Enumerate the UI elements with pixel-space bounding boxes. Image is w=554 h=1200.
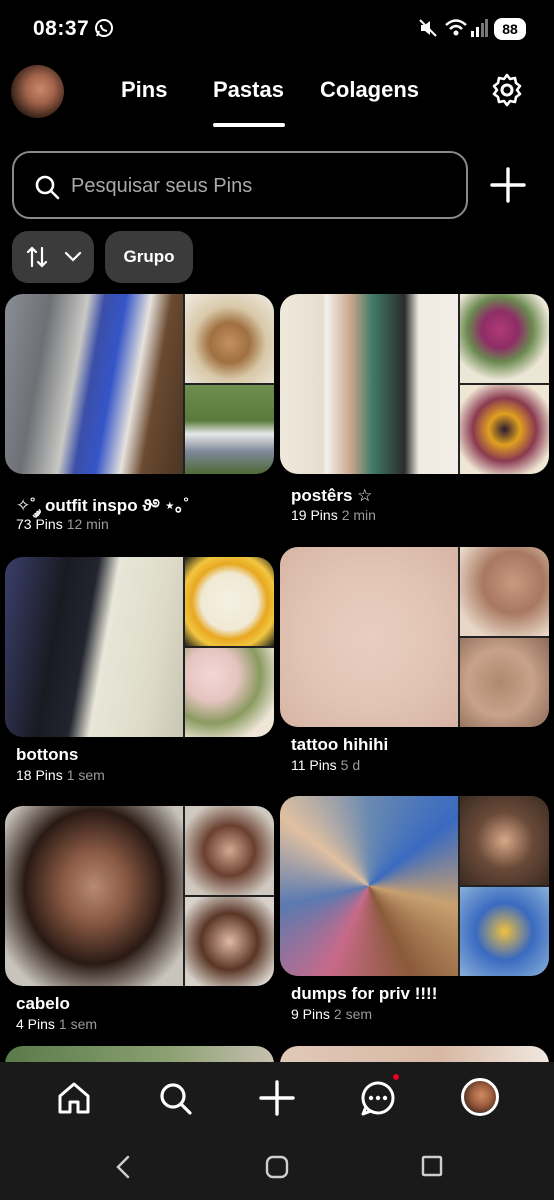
mute-icon [419, 19, 437, 37]
pin-thumbnail [280, 294, 458, 474]
board-collage [5, 557, 274, 737]
add-board-button[interactable] [489, 166, 527, 204]
profile-avatar[interactable] [11, 65, 64, 118]
board-collage [280, 294, 549, 474]
board-collage [280, 547, 549, 727]
board-title: tattoo hihihi [291, 735, 389, 754]
search-input[interactable]: Pesquisar seus Pins [12, 151, 468, 219]
board-meta: 73 Pins 12 min [16, 516, 109, 532]
updated-time: 5 d [340, 757, 361, 773]
recents-icon[interactable] [420, 1154, 444, 1178]
updated-time: 1 sem [66, 767, 105, 783]
tab-colagens[interactable]: Colagens [320, 77, 419, 103]
board-title: bottons [16, 745, 79, 764]
pin-thumbnail [460, 638, 549, 727]
board-meta: 4 Pins 1 sem [16, 1016, 97, 1032]
board-collage [5, 806, 274, 986]
pin-thumbnail [185, 557, 274, 646]
pin-count: 73 Pins [16, 516, 63, 532]
pin-thumbnail [5, 557, 183, 737]
search-placeholder: Pesquisar seus Pins [71, 175, 253, 197]
pin-thumbnail [460, 385, 549, 474]
pin-count: 11 Pins [291, 757, 337, 773]
pin-count: 4 Pins [16, 1016, 55, 1032]
home-button-icon[interactable] [264, 1154, 290, 1180]
sort-button[interactable] [12, 231, 94, 283]
whatsapp-icon [95, 19, 113, 37]
search-icon[interactable] [155, 1078, 195, 1118]
home-icon[interactable] [54, 1078, 94, 1118]
pin-thumbnail [460, 547, 549, 636]
pin-thumbnail [5, 294, 183, 474]
search-icon [35, 175, 60, 200]
pin-thumbnail [5, 806, 183, 986]
status-bar: 08:37 88 [0, 0, 554, 58]
pin-thumbnail [460, 796, 549, 885]
tab-pins[interactable]: Pins [121, 77, 167, 103]
wifi-icon [445, 19, 467, 36]
pin-count: 18 Pins [16, 767, 63, 783]
back-icon[interactable] [112, 1154, 134, 1180]
board-meta: 9 Pins 2 sem [291, 1006, 372, 1022]
bottom-navigation [0, 1062, 554, 1134]
updated-time: 2 sem [333, 1006, 373, 1022]
pin-thumbnail [185, 648, 274, 737]
create-icon[interactable] [257, 1078, 297, 1118]
pin-thumbnail [460, 887, 549, 976]
updated-time: 2 min [341, 507, 376, 523]
pin-thumbnail [280, 547, 458, 727]
pin-thumbnail [185, 294, 274, 383]
active-tab-indicator [213, 123, 285, 127]
pin-count: 19 Pins [291, 507, 338, 523]
status-time: 08:37 [33, 17, 90, 40]
sort-arrows-icon [26, 246, 48, 268]
battery-icon: 88 [494, 18, 526, 40]
profile-avatar-nav[interactable] [461, 1078, 499, 1116]
board-title: dumps for priv !!!! [291, 984, 438, 1003]
updated-time: 12 min [66, 516, 109, 532]
board-title: cabelo [16, 994, 70, 1013]
board-collage [280, 796, 549, 976]
board-meta: 18 Pins 1 sem [16, 767, 105, 783]
group-filter-button[interactable]: Grupo [105, 231, 193, 283]
board-title: postêrs ☆ [291, 486, 373, 505]
updated-time: 1 sem [58, 1016, 98, 1032]
pin-thumbnail [185, 897, 274, 986]
pin-thumbnail [280, 796, 458, 976]
board-meta: 19 Pins 2 min [291, 507, 376, 523]
chevron-down-icon [64, 251, 82, 262]
board-meta: 11 Pins 5 d [291, 757, 360, 773]
messages-icon[interactable] [358, 1078, 398, 1118]
tab-pastas[interactable]: Pastas [213, 77, 284, 103]
pin-thumbnail [185, 806, 274, 895]
signal-icon [471, 19, 488, 37]
notification-badge [391, 1072, 401, 1082]
system-navigation [0, 1134, 554, 1200]
pin-thumbnail [185, 385, 274, 474]
board-collage [5, 294, 274, 474]
pin-thumbnail [460, 294, 549, 383]
gear-icon[interactable] [489, 72, 525, 108]
pin-count: 9 Pins [291, 1006, 330, 1022]
